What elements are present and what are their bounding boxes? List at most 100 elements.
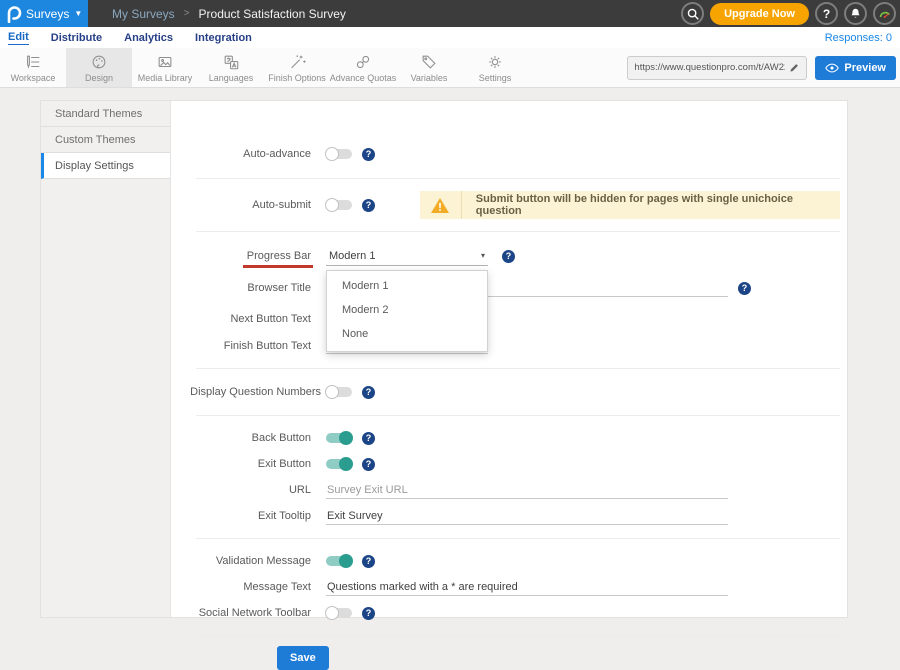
tab-distribute[interactable]: Distribute <box>51 32 102 44</box>
tab-edit[interactable]: Edit <box>8 31 29 45</box>
eye-icon <box>825 63 839 73</box>
tab-integration[interactable]: Integration <box>195 32 252 44</box>
auto-advance-row: Auto-advance ? <box>171 139 858 169</box>
auto-advance-help-icon[interactable]: ? <box>362 148 375 161</box>
preview-button-label: Preview <box>844 62 886 74</box>
auto-submit-row: Auto-submit ? Submit button will be hidd… <box>171 188 858 222</box>
exit-url-label: URL <box>171 484 311 496</box>
toolbar-item-finish-options[interactable]: Finish Options <box>264 48 330 87</box>
exit-url-row: URL <box>171 477 858 503</box>
exit-url-input[interactable] <box>326 482 728 499</box>
display-settings-form: Auto-advance ? Auto-submit ? Submit butt… <box>171 101 858 617</box>
surveys-menu[interactable]: Surveys ▼ <box>0 0 88 27</box>
divider <box>196 368 840 369</box>
auto-submit-label: Auto-submit <box>171 199 311 211</box>
variables-tag-icon <box>419 53 439 71</box>
toolbar-item-design[interactable]: Design <box>66 48 132 87</box>
display-question-numbers-toggle[interactable] <box>326 387 352 397</box>
sidebar-item-standard-themes[interactable]: Standard Themes <box>41 101 170 127</box>
save-button[interactable]: Save <box>277 646 329 670</box>
breadcrumb-separator: > <box>184 8 190 19</box>
browser-title-help-icon[interactable]: ? <box>738 282 751 295</box>
auto-advance-label: Auto-advance <box>171 148 311 160</box>
toolbar-item-variables[interactable]: Variables <box>396 48 462 87</box>
display-settings-card: Standard Themes Custom Themes Display Se… <box>40 100 848 618</box>
auto-submit-help-icon[interactable]: ? <box>362 199 375 212</box>
toolbar-item-label: Variables <box>411 73 448 83</box>
edit-url-pencil-icon[interactable] <box>789 62 800 73</box>
survey-nav: Edit Distribute Analytics Integration Re… <box>0 27 900 48</box>
upgrade-now-button[interactable]: Upgrade Now <box>710 3 809 25</box>
media-library-icon <box>155 53 175 71</box>
dropdown-option-modern-1[interactable]: Modern 1 <box>327 274 487 298</box>
exit-button-help-icon[interactable]: ? <box>362 458 375 471</box>
display-question-numbers-help-icon[interactable]: ? <box>362 386 375 399</box>
surveys-menu-label: Surveys <box>26 7 69 21</box>
social-network-toolbar-label: Social Network Toolbar <box>171 607 311 619</box>
exit-button-toggle[interactable] <box>326 459 352 469</box>
dropdown-option-none[interactable]: None <box>327 322 487 346</box>
message-text-label: Message Text <box>171 581 311 593</box>
back-button-toggle[interactable] <box>326 433 352 443</box>
exit-tooltip-row: Exit Tooltip <box>171 503 858 529</box>
progress-bar-select[interactable]: Modern 1 ▾ <box>326 247 488 266</box>
toolbar-item-label: Design <box>85 73 113 83</box>
toolbar-item-settings[interactable]: Settings <box>462 48 528 87</box>
toolbar-item-advance-quotas[interactable]: Advance Quotas <box>330 48 396 87</box>
finish-options-wand-icon <box>287 53 307 71</box>
validation-message-help-icon[interactable]: ? <box>362 555 375 568</box>
toolbar-item-media-library[interactable]: Media Library <box>132 48 198 87</box>
social-network-toolbar-help-icon[interactable]: ? <box>362 607 375 620</box>
progress-bar-selected-value: Modern 1 <box>329 250 375 262</box>
chevron-down-icon: ▼ <box>74 9 82 18</box>
themes-sidebar: Standard Themes Custom Themes Display Se… <box>41 101 171 617</box>
exit-tooltip-input[interactable] <box>326 508 728 525</box>
exit-button-row: Exit Button ? <box>171 451 858 477</box>
toolbar-item-label: Languages <box>209 73 254 83</box>
top-header: Surveys ▼ My Surveys > Product Satisfact… <box>0 0 900 27</box>
toolbar-item-languages[interactable]: Languages <box>198 48 264 87</box>
toolbar-item-label: Finish Options <box>268 73 326 83</box>
notifications-bell-icon[interactable] <box>844 2 867 25</box>
message-text-row: Message Text <box>171 574 858 600</box>
languages-translate-icon <box>221 53 241 71</box>
sidebar-item-custom-themes[interactable]: Custom Themes <box>41 127 170 153</box>
tab-analytics[interactable]: Analytics <box>124 32 173 44</box>
progress-bar-help-icon[interactable]: ? <box>502 250 515 263</box>
breadcrumb: My Surveys > Product Satisfaction Survey <box>112 7 346 21</box>
toolbar-item-workspace[interactable]: Workspace <box>0 48 66 87</box>
advance-quotas-links-icon <box>353 53 373 71</box>
divider <box>196 635 840 636</box>
sidebar-item-label: Standard Themes <box>55 108 142 120</box>
design-palette-icon <box>89 53 109 71</box>
page-title: Product Satisfaction Survey <box>199 7 346 21</box>
auto-submit-warning: Submit button will be hidden for pages w… <box>420 191 840 219</box>
validation-message-row: Validation Message ? <box>171 548 858 574</box>
survey-url-box[interactable]: https://www.questionpro.com/t/AW22Zh44 <box>627 56 807 80</box>
search-icon[interactable] <box>681 2 704 25</box>
finish-button-text-row: Finish Button Text <box>171 332 858 359</box>
display-question-numbers-label: Display Question Numbers <box>171 386 321 398</box>
message-text-input[interactable] <box>326 579 728 596</box>
validation-message-label: Validation Message <box>171 555 311 567</box>
preview-button[interactable]: Preview <box>815 56 896 80</box>
help-icon[interactable]: ? <box>815 2 838 25</box>
toolbar-item-label: Settings <box>479 73 512 83</box>
back-button-help-icon[interactable]: ? <box>362 432 375 445</box>
auto-advance-toggle[interactable] <box>326 149 352 159</box>
breadcrumb-my-surveys[interactable]: My Surveys <box>112 7 175 21</box>
sidebar-item-display-settings[interactable]: Display Settings <box>41 153 170 179</box>
responses-count-link[interactable]: Responses: 0 <box>825 32 892 44</box>
validation-message-toggle[interactable] <box>326 556 352 566</box>
social-network-toolbar-toggle[interactable] <box>326 608 352 618</box>
back-button-row: Back Button ? <box>171 425 858 451</box>
dropdown-option-modern-2[interactable]: Modern 2 <box>327 298 487 322</box>
progress-bar-row: Progress Bar Modern 1 ▾ Modern 1 Modern … <box>171 241 858 271</box>
back-button-label: Back Button <box>171 432 311 444</box>
exit-button-label: Exit Button <box>171 458 311 470</box>
usage-gauge-icon[interactable] <box>873 2 896 25</box>
auto-submit-toggle[interactable] <box>326 200 352 210</box>
settings-gear-icon <box>485 53 505 71</box>
sidebar-item-label: Custom Themes <box>55 134 136 146</box>
header-actions: Upgrade Now ? <box>681 2 900 25</box>
